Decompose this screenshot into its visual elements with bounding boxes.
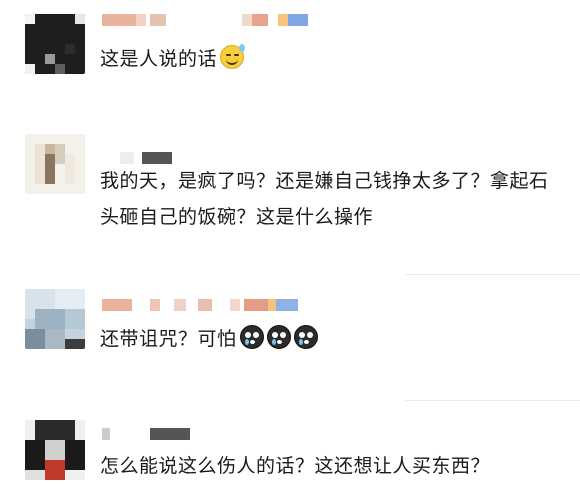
- comment-text-content: 怎么能说这么伤人的话？这还想让人买东西？: [100, 455, 491, 477]
- comment-text: 还带诅咒？可怕: [100, 321, 560, 357]
- comment-item: 还带诅咒？可怕: [0, 285, 580, 405]
- divider: [405, 400, 580, 401]
- sweat-smile-emoji: [220, 44, 246, 69]
- username-blurred[interactable]: [102, 299, 322, 311]
- user-avatar[interactable]: [25, 134, 85, 194]
- comment-item: 这是人说的话: [0, 0, 580, 110]
- comment-item: 怎么能说这么伤人的话？这还想让人买东西？: [0, 410, 580, 482]
- comment-text-content: 还带诅咒？可怕: [100, 328, 237, 350]
- comment-text-content: 这是人说的话: [100, 48, 218, 70]
- user-avatar[interactable]: [25, 420, 85, 480]
- user-avatar[interactable]: [25, 14, 85, 74]
- comment-text: 我的天，是疯了吗？还是嫌自己钱挣太多了？拿起石头砸自己的饭碗？这是什么操作: [100, 163, 560, 235]
- fearful-emoji: [239, 325, 264, 349]
- username-blurred[interactable]: [102, 14, 322, 26]
- fearful-emoji: [266, 325, 291, 349]
- comment-text: 怎么能说这么伤人的话？这还想让人买东西？: [100, 448, 560, 484]
- comment-item: 我的天，是疯了吗？还是嫌自己钱挣太多了？拿起石头砸自己的饭碗？这是什么操作: [0, 130, 580, 275]
- comment-text-content: 我的天，是疯了吗？还是嫌自己钱挣太多了？拿起石头砸自己的饭碗？这是什么操作: [100, 170, 549, 228]
- user-avatar[interactable]: [25, 289, 85, 349]
- fearful-emoji: [293, 325, 318, 349]
- comment-text: 这是人说的话: [100, 41, 560, 77]
- divider: [405, 274, 580, 275]
- username-blurred[interactable]: [102, 428, 222, 440]
